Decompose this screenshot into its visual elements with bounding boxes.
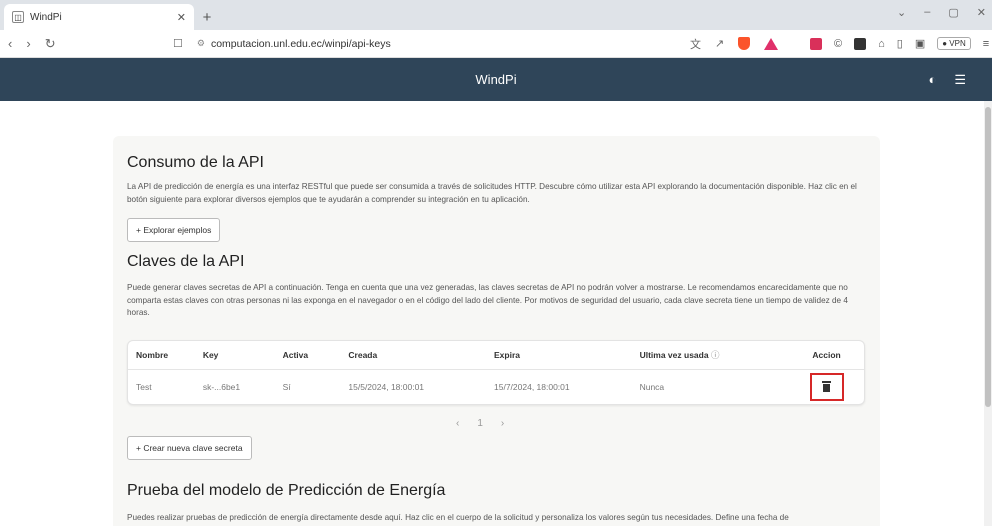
bookmark-icon[interactable]: ☐ <box>173 37 183 50</box>
column-header: Activa <box>282 350 309 360</box>
extensions-puzzle-icon[interactable]: ⌂ <box>878 38 885 50</box>
api-keys-table: Nombre Key Activa Creada Expira Ultima v… <box>127 340 865 405</box>
trash-icon <box>822 381 832 392</box>
theme-toggle-icon[interactable]: ◐ <box>928 72 936 87</box>
keys-section-description: Puede generar claves secretas de API a c… <box>127 283 848 317</box>
current-page[interactable]: 1 <box>477 418 483 429</box>
close-window-icon[interactable]: ✕ <box>977 6 986 19</box>
brave-shield-icon[interactable] <box>738 37 751 50</box>
windpi-favicon-icon: ◫ <box>12 11 24 23</box>
api-section-description: La API de predicción de energía es una i… <box>127 182 857 204</box>
translate-icon[interactable]: 文 <box>690 36 701 52</box>
extension-dark-icon[interactable] <box>854 37 867 50</box>
menu-icon[interactable]: ≡ <box>983 38 989 50</box>
info-icon[interactable]: ⓘ <box>711 350 720 360</box>
reload-icon[interactable]: ↻ <box>45 36 56 52</box>
new-tab-button[interactable]: + <box>194 4 220 30</box>
cell-expires: 15/7/2024, 18:00:01 <box>494 382 570 392</box>
column-header: Key <box>202 350 219 360</box>
address-bar: ‹ › ↻ ☐ ⚙ computacion.unl.edu.ec/winpi/a… <box>0 30 992 58</box>
page-scrollbar[interactable] <box>984 101 992 526</box>
url-field[interactable]: ⚙ computacion.unl.edu.ec/winpi/api-keys <box>197 38 391 50</box>
prev-page-icon[interactable]: ‹ <box>456 418 459 429</box>
table-row: Test sk-...6be1 Sí 15/5/2024, 18:00:01 1… <box>128 370 864 404</box>
wallet-icon[interactable]: ▣ <box>915 37 925 50</box>
app-header: WindPi ◐ ☰ <box>0 58 992 101</box>
restore-icon[interactable]: ▢ <box>948 6 958 19</box>
browser-tabbar: ◫ WindPi ✕ + ⌄ – ▢ ✕ <box>0 0 992 30</box>
back-icon[interactable]: ‹ <box>8 36 12 52</box>
explore-examples-button[interactable]: + Explorar ejemplos <box>127 218 221 242</box>
api-section-title: Consumo de la API <box>127 154 264 171</box>
sidebar-icon[interactable]: ▯ <box>897 37 903 50</box>
cell-last-used: Nunca <box>639 382 665 392</box>
test-section-description: Puedes realizar pruebas de predicción de… <box>127 513 789 522</box>
column-header-last-used: Ultima vez usada ⓘ <box>639 350 720 360</box>
cell-key: sk-...6be1 <box>202 382 241 392</box>
column-header: Nombre <box>136 350 169 360</box>
cell-action <box>789 373 864 401</box>
window-controls: ⌄ – ▢ ✕ <box>897 6 986 19</box>
main-card: Consumo de la API La API de predicción d… <box>113 136 880 526</box>
next-page-icon[interactable]: › <box>501 418 504 429</box>
tab-list-icon[interactable]: ⌄ <box>897 6 906 19</box>
delete-key-button[interactable] <box>809 373 844 401</box>
cell-name: Test <box>136 382 152 392</box>
create-secret-key-button[interactable]: + Crear nueva clave secreta <box>127 436 252 460</box>
extension-icon[interactable] <box>810 37 822 50</box>
pagination: ‹ 1 › <box>456 418 504 429</box>
extension-c-icon[interactable]: © <box>834 38 842 50</box>
close-tab-icon[interactable]: ✕ <box>177 11 186 24</box>
page-content: Consumo de la API La API de predicción d… <box>0 101 984 526</box>
keys-section-title: Claves de la API <box>127 253 245 270</box>
column-header: Accion <box>812 350 841 360</box>
url-text: computacion.unl.edu.ec/winpi/api-keys <box>210 37 391 50</box>
scrollbar-thumb[interactable] <box>985 107 991 407</box>
share-icon[interactable]: ↗ <box>715 37 724 50</box>
site-info-icon[interactable]: ⚙ <box>197 38 205 49</box>
brave-rewards-icon[interactable] <box>764 37 779 50</box>
app-brand[interactable]: WindPi <box>475 72 516 87</box>
forward-icon[interactable]: › <box>26 36 30 52</box>
hamburger-menu-icon[interactable]: ☰ <box>954 72 966 88</box>
vpn-button[interactable]: ● VPN <box>937 37 971 50</box>
table-header: Nombre Key Activa Creada Expira Ultima v… <box>128 341 864 370</box>
column-header: Creada <box>348 350 378 360</box>
browser-tab[interactable]: ◫ WindPi ✕ <box>4 4 194 30</box>
cell-created: 15/5/2024, 18:00:01 <box>348 382 425 392</box>
tab-title: WindPi <box>30 11 62 23</box>
minimize-icon[interactable]: – <box>924 6 930 19</box>
test-section-title: Prueba del modelo de Predicción de Energ… <box>127 482 446 499</box>
column-header: Expira <box>494 350 520 360</box>
cell-active: Sí <box>282 382 291 392</box>
